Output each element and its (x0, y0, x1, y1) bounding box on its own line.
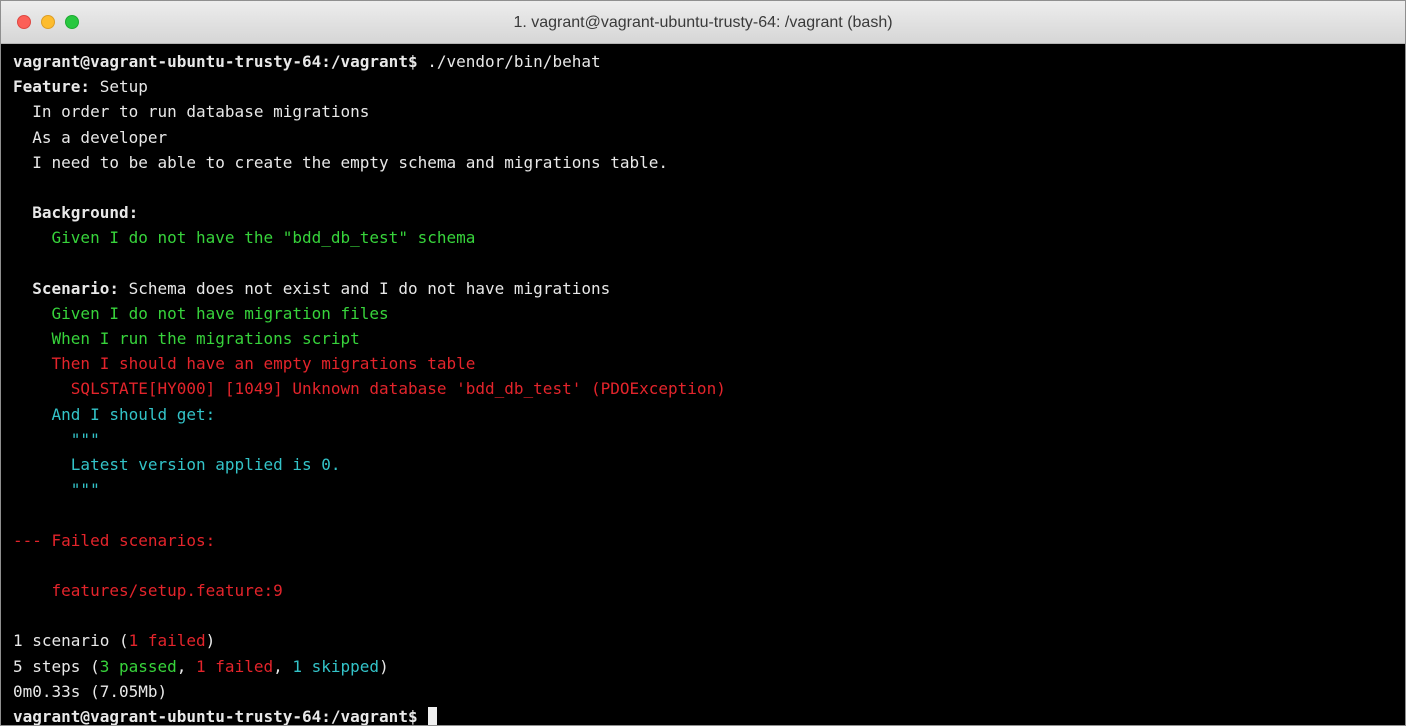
exception-message: SQLSTATE[HY000] [1049] Unknown database … (13, 379, 726, 399)
feature-keyword: Feature: (13, 77, 91, 97)
command-text: ./vendor/bin/behat (417, 52, 601, 71)
narrative-line: As a developer (13, 127, 168, 147)
command-line: vagrant@vagrant-ubuntu-trusty-64:/vagran… (13, 49, 1405, 74)
shell-prompt: vagrant@vagrant-ubuntu-trusty-64:/vagran… (13, 52, 418, 71)
shell-prompt: vagrant@vagrant-ubuntu-trusty-64:/vagran… (13, 706, 428, 726)
steps-separator: , (176, 656, 197, 676)
step-when: When I run the migrations script (13, 329, 360, 349)
docstring-open: """ (13, 429, 100, 449)
steps-separator: , (273, 656, 293, 676)
scenario-keyword: Scenario: (13, 278, 119, 298)
window-title: 1. vagrant@vagrant-ubuntu-trusty-64: /va… (513, 14, 893, 31)
failed-scenarios-header: --- Failed scenarios: (13, 530, 216, 550)
narrative-line: I need to be able to create the empty sc… (13, 152, 669, 172)
step-and: And I should get: (13, 404, 216, 424)
narrative-line: In order to run database migrations (13, 102, 370, 122)
steps-skipped-count: 1 skipped (292, 656, 380, 676)
steps-failed-count: 1 failed (196, 656, 274, 676)
terminal-window: 1. vagrant@vagrant-ubuntu-trusty-64: /va… (0, 0, 1406, 726)
feature-name: Setup (90, 77, 148, 97)
steps-summary-suffix: ) (379, 656, 389, 676)
terminal-output[interactable]: vagrant@vagrant-ubuntu-trusty-64:/vagran… (13, 49, 1405, 725)
scenario-failed-count: 1 failed (128, 631, 206, 651)
scenario-summary: 1 scenario (1 failed) (13, 628, 1405, 653)
feature-line: Feature: Setup (13, 74, 1405, 99)
final-prompt-line[interactable]: vagrant@vagrant-ubuntu-trusty-64:/vagran… (13, 704, 1405, 726)
steps-summary: 5 steps (3 passed, 1 failed, 1 skipped) (13, 654, 1405, 679)
docstring-body: Latest version applied is 0. (13, 455, 341, 474)
timing-summary: 0m0.33s (7.05Mb) (13, 681, 168, 701)
scenario-summary-prefix: 1 scenario ( (13, 631, 129, 651)
steps-summary-prefix: 5 steps ( (13, 656, 100, 676)
docstring-close: """ (13, 480, 100, 500)
background-step: Given I do not have the "bdd_db_test" sc… (13, 228, 476, 248)
text-cursor (428, 706, 438, 725)
steps-passed-count: 3 passed (99, 656, 177, 676)
step-given: Given I do not have migration files (13, 303, 389, 323)
failed-scenario-item: features/setup.feature:9 (13, 580, 283, 600)
scenario-line: Scenario: Schema does not exist and I do… (13, 276, 1405, 301)
title-bar[interactable]: 1. vagrant@vagrant-ubuntu-trusty-64: /va… (1, 1, 1405, 44)
step-then: Then I should have an empty migrations t… (13, 354, 476, 374)
scenario-summary-suffix: ) (205, 631, 216, 651)
background-keyword: Background: (13, 203, 139, 223)
scenario-name: Schema does not exist and I do not have … (118, 278, 611, 298)
